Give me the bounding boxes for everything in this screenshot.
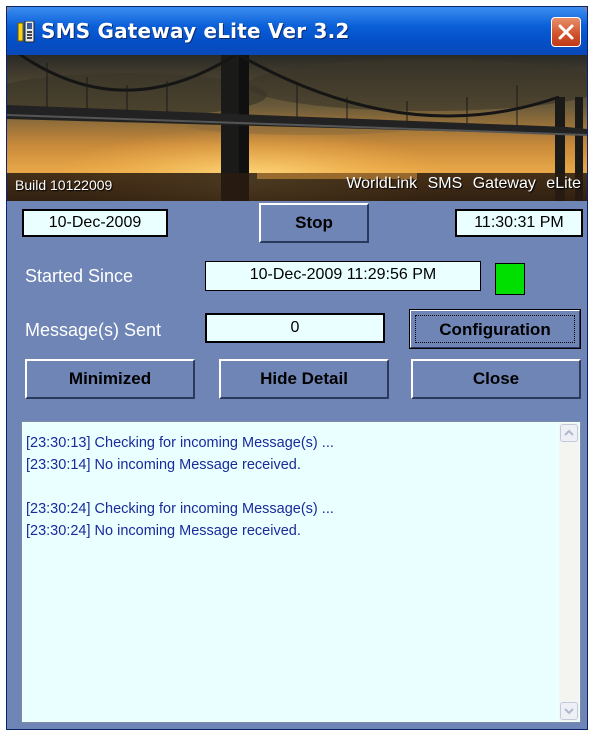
log-lines: [23:30:13] Checking for incoming Message… xyxy=(26,432,558,542)
time-field: 11:30:31 PM xyxy=(455,209,583,237)
messages-sent-label: Message(s) Sent xyxy=(25,320,162,340)
scroll-down-button[interactable] xyxy=(560,702,578,720)
log-line: [23:30:14] No incoming Message received. xyxy=(26,457,301,473)
scroll-up-button[interactable] xyxy=(560,424,578,442)
app-icon xyxy=(17,21,35,43)
title-bar[interactable]: SMS Gateway eLite Ver 3.2 xyxy=(7,7,587,55)
date-field: 10-Dec-2009 xyxy=(22,209,168,237)
configuration-button[interactable]: Configuration xyxy=(409,309,581,349)
messages-sent-field: 0 xyxy=(205,313,385,343)
close-window-button[interactable] xyxy=(551,17,581,47)
status-indicator xyxy=(495,263,525,295)
minimized-button[interactable]: Minimized xyxy=(25,359,195,399)
log-line: [23:30:24] No incoming Message received. xyxy=(26,523,301,539)
window-title: SMS Gateway eLite Ver 3.2 xyxy=(41,19,350,43)
brand-label: WorldLink SMS Gateway eLite xyxy=(346,175,581,192)
chevron-up-icon xyxy=(564,429,574,436)
chevron-down-icon xyxy=(564,708,574,715)
stop-button[interactable]: Stop xyxy=(259,203,369,243)
close-button[interactable]: Close xyxy=(411,359,581,399)
configuration-label: Configuration xyxy=(415,315,575,343)
app-window: SMS Gateway eLite Ver 3.2 Build 10122009… xyxy=(6,6,588,730)
log-line: [23:30:13] Checking for incoming Message… xyxy=(26,435,334,451)
log-scrollbar[interactable] xyxy=(559,423,579,721)
build-label: Build 10122009 xyxy=(15,177,113,193)
hide-detail-button[interactable]: Hide Detail xyxy=(219,359,389,399)
message-log[interactable]: [23:30:13] Checking for incoming Message… xyxy=(21,421,581,723)
started-since-label: Started Since xyxy=(25,266,134,286)
close-icon xyxy=(558,24,574,40)
started-since-field: 10-Dec-2009 11:29:56 PM xyxy=(205,261,481,291)
log-line: [23:30:24] Checking for incoming Message… xyxy=(26,501,334,517)
bridge-banner: Build 10122009 WorldLink SMS Gateway eLi… xyxy=(7,55,587,201)
